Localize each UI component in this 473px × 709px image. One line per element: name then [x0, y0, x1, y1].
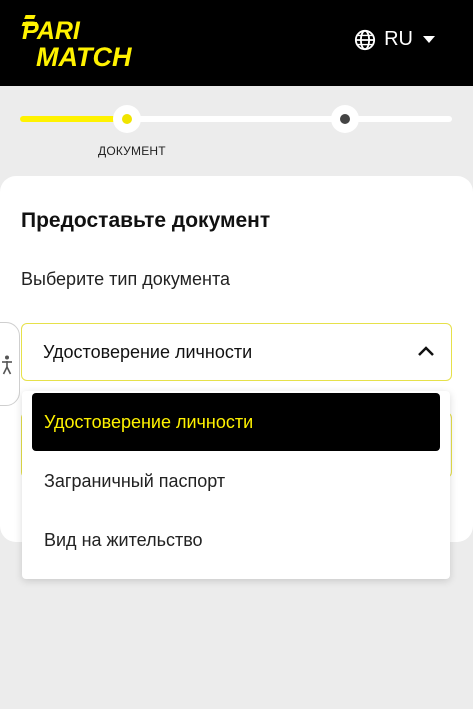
dropdown-option-label: Вид на жительство: [44, 530, 203, 550]
step-dot-document: [113, 105, 141, 133]
parimatch-logo[interactable]: PARI MATCH: [20, 14, 180, 70]
logo-text-line2: MATCH: [36, 42, 132, 70]
dropdown-option-id-card[interactable]: Удостоверение личности: [32, 393, 440, 451]
accessibility-icon: [2, 355, 12, 375]
stepper-track-fill: [20, 116, 120, 122]
dropdown-option-label: Удостоверение личности: [44, 412, 254, 432]
page-title: Предоставьте документ: [21, 209, 271, 232]
step-label-document: ДОКУМЕНТ: [98, 144, 166, 158]
dropdown-option-label: Заграничный паспорт: [44, 471, 226, 491]
document-type-label: Выберите тип документа: [21, 269, 230, 289]
logo-text-line1: PARI: [22, 17, 81, 45]
language-label: RU: [384, 28, 413, 50]
dropdown-option-passport[interactable]: Заграничный паспорт: [32, 452, 440, 510]
dropdown-option-residence-permit[interactable]: Вид на жительство: [32, 511, 440, 569]
top-header: PARI MATCH RU: [0, 0, 473, 86]
document-type-select[interactable]: Удостоверение личности: [21, 323, 452, 381]
globe-icon: [355, 29, 376, 50]
progress-stepper: ДОКУМЕНТ: [0, 86, 473, 176]
accessibility-button[interactable]: [0, 322, 20, 406]
chevron-up-icon: [418, 346, 434, 356]
document-type-dropdown: Удостоверение личности Заграничный паспо…: [22, 391, 450, 579]
language-selector[interactable]: RU: [354, 28, 435, 51]
caret-down-icon: [423, 36, 435, 43]
step-dot-next: [331, 105, 359, 133]
document-type-selected-value: Удостоверение личности: [43, 342, 253, 362]
